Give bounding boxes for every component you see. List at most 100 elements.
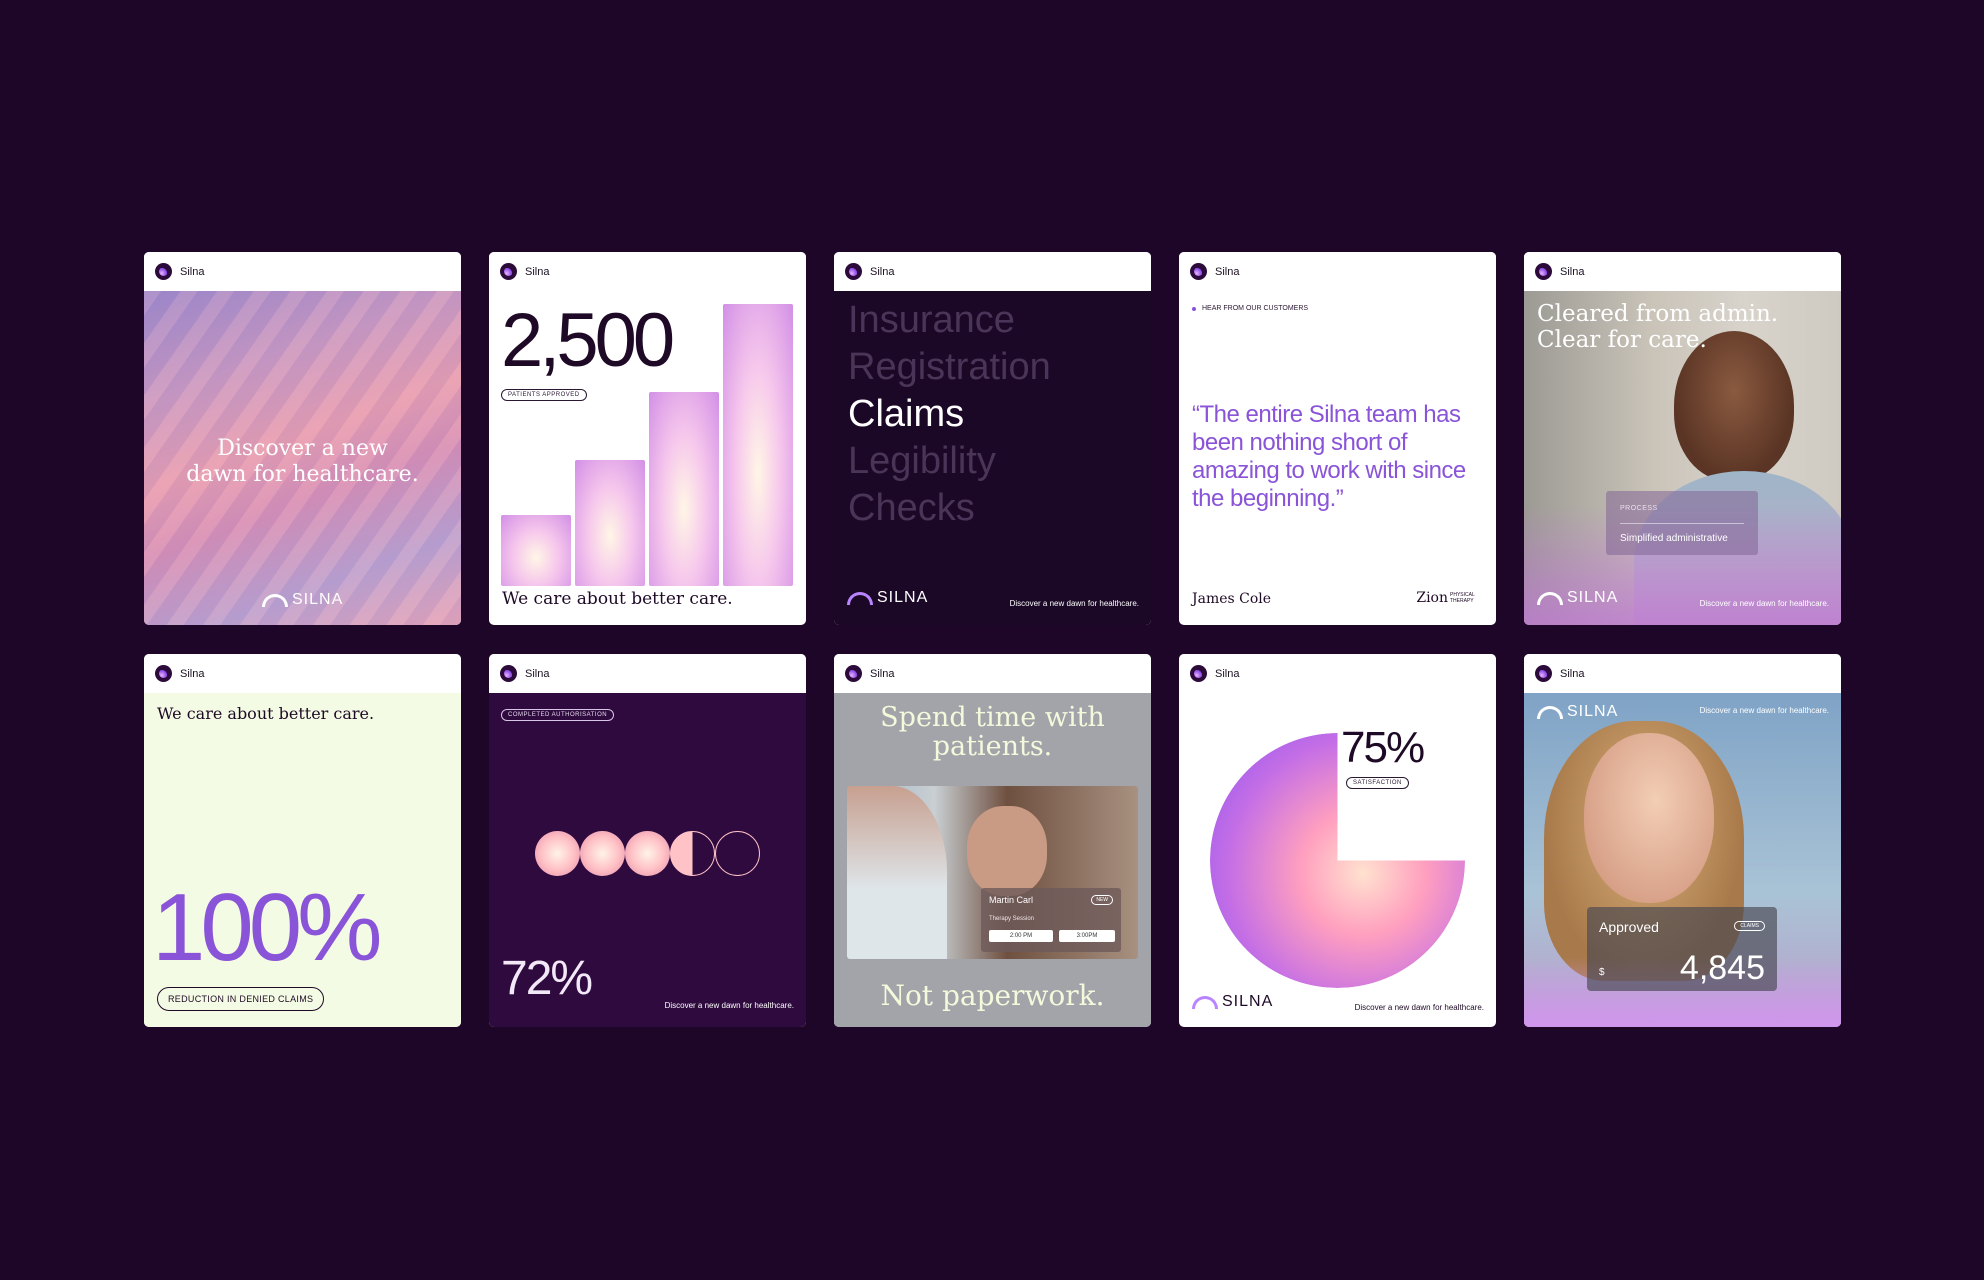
quote: “The entire Silna team has been nothing … — [1192, 401, 1466, 512]
process-divider — [1620, 523, 1744, 524]
silna-logo-icon — [1190, 263, 1207, 280]
silna-wordmark: SILNA — [262, 591, 343, 609]
progress-dot-filled — [535, 831, 580, 876]
bullet-icon — [1192, 306, 1196, 311]
brand-name: Silna — [1560, 265, 1585, 278]
word-claims: Claims — [848, 393, 965, 435]
card-denied-claims[interactable]: Silna We care about better care. 100% RE… — [144, 654, 461, 1027]
card-header: Silna — [1179, 252, 1496, 291]
company-sub: PHYSICAL THERAPY — [1450, 592, 1475, 604]
tagline: Discover a new dawn for healthcare. — [1699, 706, 1829, 715]
card-approved-claims[interactable]: Silna SILNA Discover a new dawn for heal… — [1524, 654, 1841, 1027]
card-authorisation[interactable]: Silna COMPLETED AUTHORISATION 72% Discov… — [489, 654, 806, 1027]
approved-panel: Approved CLAIMS $ 4,845 — [1587, 907, 1777, 991]
stat-pill: PATIENTS APPROVED — [501, 389, 587, 401]
process-value: Simplified administrative — [1620, 533, 1728, 544]
brand-name: Silna — [525, 265, 550, 278]
rainbow-icon — [1537, 705, 1563, 719]
silna-wordmark: SILNA — [1192, 993, 1273, 1011]
card-header: Silna — [144, 252, 461, 291]
silna-wordmark: SILNA — [1537, 703, 1618, 721]
author: James Cole — [1192, 591, 1272, 607]
tagline: Discover a new dawn for healthcare. — [1699, 599, 1829, 608]
progress-dot-filled — [625, 831, 670, 876]
card-cleared-admin[interactable]: Silna Cleared from admin. Clear for care… — [1524, 252, 1841, 625]
chart-bar — [501, 515, 571, 586]
card-header: Silna — [489, 654, 806, 693]
brand-name: Silna — [1560, 667, 1585, 680]
word-insurance: Insurance — [848, 299, 1015, 341]
silna-logo-icon — [1190, 665, 1207, 682]
word-list: Insurance Registration Claims Legibility… — [848, 297, 1051, 532]
approved-amount: 4,845 — [1679, 949, 1765, 987]
stat-number: 72% — [501, 952, 593, 1005]
stat-number: 100% — [152, 874, 383, 981]
process-panel: PROCESS Simplified administrative — [1606, 491, 1758, 555]
card-satisfaction[interactable]: Silna 75% SATISFACTION SILNA Discover a … — [1179, 654, 1496, 1027]
word-registration: Registration — [848, 346, 1051, 388]
progress-dot-partial — [670, 831, 715, 876]
process-label: PROCESS — [1620, 505, 1658, 512]
progress-dot-filled — [580, 831, 625, 876]
silna-logo-icon — [500, 665, 517, 682]
sky-image: Discover a new dawn for healthcare. SILN… — [144, 291, 461, 625]
time-slot-2[interactable]: 3:00PM — [1059, 930, 1115, 942]
silna-logo-icon — [1535, 665, 1552, 682]
claims-badge: CLAIMS — [1734, 921, 1765, 931]
new-badge: NEW — [1091, 895, 1113, 905]
brand-name: Silna — [1215, 667, 1240, 680]
consult-photo: Martin Carl NEW Therapy Session 2:00 PM … — [847, 786, 1138, 959]
rainbow-icon — [1537, 591, 1563, 605]
patient-figure — [967, 806, 1047, 896]
card-dawn[interactable]: Silna Discover a new dawn for healthcare… — [144, 252, 461, 625]
session-type: Therapy Session — [989, 916, 1035, 922]
word-legibility: Legibility — [848, 440, 996, 482]
brand-name: Silna — [1215, 265, 1240, 278]
tagline: Discover a new dawn for healthcare. — [664, 1001, 794, 1010]
person-silhouette — [1674, 331, 1794, 481]
silna-logo-icon — [1535, 263, 1552, 280]
time-slot-1[interactable]: 2:00 PM — [989, 930, 1053, 942]
wordmark-text: SILNA — [1567, 703, 1619, 720]
card-header: Silna — [834, 252, 1151, 291]
tagline: Discover a new dawn for healthcare. — [1009, 599, 1139, 608]
pie-slice — [1210, 733, 1465, 988]
card-header: Silna — [834, 654, 1151, 693]
brand-name: Silna — [180, 265, 205, 278]
word-checks: Checks — [848, 487, 975, 529]
eyebrow: HEAR FROM OUR CUSTOMERS — [1192, 305, 1308, 312]
stat-pill: REDUCTION IN DENIED CLAIMS — [157, 987, 325, 1011]
patient-name: Martin Carl — [989, 895, 1034, 905]
card-testimonial[interactable]: Silna HEAR FROM OUR CUSTOMERS “The entir… — [1179, 252, 1496, 625]
wordmark-text: SILNA — [1222, 993, 1274, 1010]
card-header: Silna — [1524, 654, 1841, 693]
rainbow-icon — [262, 593, 288, 607]
card-spend-time[interactable]: Silna Spend time with patients. Martin C… — [834, 654, 1151, 1027]
brand-name: Silna — [525, 667, 550, 680]
progress-dot-empty — [715, 831, 760, 876]
silna-logo-icon — [845, 263, 862, 280]
card-header: Silna — [489, 252, 806, 291]
silna-logo-icon — [155, 263, 172, 280]
chart-bar — [649, 392, 719, 586]
silna-logo-icon — [155, 665, 172, 682]
chart-bar — [723, 304, 793, 586]
card-patients-approved[interactable]: Silna 2,500 PATIENTS APPROVED We care ab… — [489, 252, 806, 625]
card-header: Silna — [1524, 252, 1841, 291]
caption: We care about better care. — [157, 704, 375, 723]
currency-symbol: $ — [1599, 967, 1605, 978]
rainbow-icon — [847, 591, 873, 605]
progress-dots — [535, 831, 760, 876]
wordmark-text: SILNA — [877, 589, 929, 606]
footer-text: Not paperwork. — [880, 979, 1105, 1012]
wordmark-text: SILNA — [1567, 589, 1619, 606]
approved-label: Approved — [1599, 919, 1659, 935]
card-services[interactable]: Silna Insurance Registration Claims Legi… — [834, 252, 1151, 625]
stat-number: 2,500 — [501, 298, 675, 383]
brand-name: Silna — [180, 667, 205, 680]
company-logo: Zion PHYSICAL THERAPY — [1416, 590, 1484, 606]
brand-name: Silna — [870, 265, 895, 278]
patient-photo: SILNA Discover a new dawn for healthcare… — [1524, 693, 1841, 1027]
stat-number: 75% — [1341, 723, 1425, 772]
card-header: Silna — [144, 654, 461, 693]
